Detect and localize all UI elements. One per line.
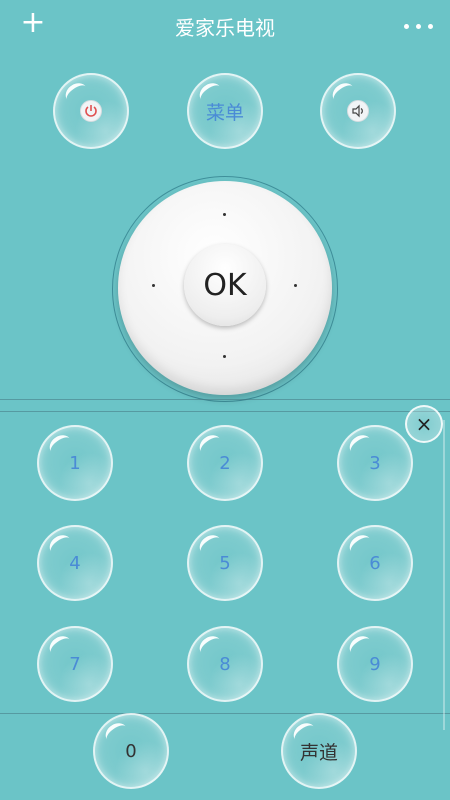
scrollbar[interactable] xyxy=(443,420,445,730)
app-title: 爱家乐电视 xyxy=(175,16,275,40)
dpad-down-dot[interactable] xyxy=(223,355,226,358)
digit-label: 8 xyxy=(219,653,231,675)
menu-button[interactable]: 菜单 xyxy=(187,73,263,149)
ok-button[interactable]: OK xyxy=(184,244,266,326)
power-button[interactable] xyxy=(53,73,129,149)
digit-2-button[interactable]: 2 xyxy=(187,425,263,501)
digit-label: 0 xyxy=(125,740,137,762)
digit-label: 5 xyxy=(219,552,231,574)
top-bar: + 爱家乐电视 xyxy=(0,0,450,52)
digit-1-button[interactable]: 1 xyxy=(37,425,113,501)
digit-label: 6 xyxy=(369,552,381,574)
divider-top xyxy=(0,399,450,400)
digit-6-button[interactable]: 6 xyxy=(337,525,413,601)
divider-keypad xyxy=(0,411,450,412)
digit-7-button[interactable]: 7 xyxy=(37,626,113,702)
power-icon xyxy=(80,100,102,122)
channel-button[interactable]: 声道 xyxy=(281,713,357,789)
speaker-icon xyxy=(347,100,369,122)
digit-label: 2 xyxy=(219,452,231,474)
digit-4-button[interactable]: 4 xyxy=(37,525,113,601)
channel-label: 声道 xyxy=(299,741,338,764)
dpad-left-dot[interactable] xyxy=(152,284,155,287)
volume-button[interactable] xyxy=(320,73,396,149)
digit-label: 1 xyxy=(69,452,81,474)
digit-8-button[interactable]: 8 xyxy=(187,626,263,702)
digit-3-button[interactable]: 3 xyxy=(337,425,413,501)
digit-label: 4 xyxy=(69,552,81,574)
digit-label: 9 xyxy=(369,653,381,675)
more-dots-icon[interactable] xyxy=(402,14,436,38)
digit-0-button[interactable]: 0 xyxy=(93,713,169,789)
menu-label: 菜单 xyxy=(205,101,244,124)
divider-bottom xyxy=(0,713,450,714)
dpad-right-dot[interactable] xyxy=(294,284,297,287)
digit-9-button[interactable]: 9 xyxy=(337,626,413,702)
digit-label: 3 xyxy=(369,452,381,474)
digit-label: 7 xyxy=(69,653,81,675)
digit-5-button[interactable]: 5 xyxy=(187,525,263,601)
dpad-up-dot[interactable] xyxy=(223,213,226,216)
